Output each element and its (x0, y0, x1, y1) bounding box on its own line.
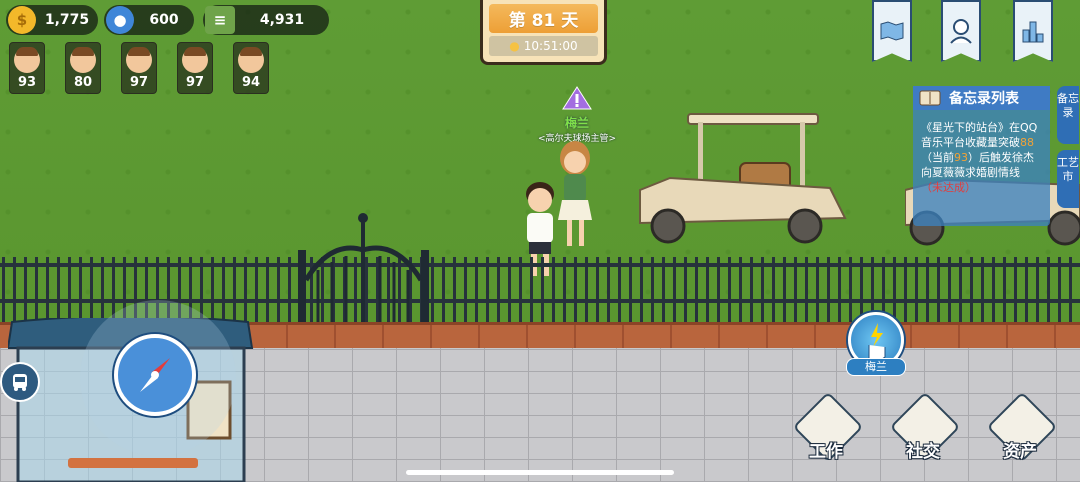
golf-cart (639, 113, 847, 244)
day-panel[interactable]: 第 81 天 ● 10:51:00 (480, 0, 607, 65)
memo-text: （当前 (921, 151, 954, 164)
npc-level: 80 (73, 75, 93, 90)
assets-label: 资产 (1003, 442, 1037, 462)
fans-value: 600 (149, 12, 179, 28)
craft-market-tab[interactable]: 工艺市 (1057, 150, 1079, 208)
npc-name: 梅兰 (564, 116, 589, 130)
npc-label: 梅兰 <高尔夫球场主管> (537, 86, 617, 144)
compass-joystick[interactable] (114, 334, 196, 416)
gold-coin-icon: $ (8, 6, 36, 34)
day-counter: 第 81 天 (489, 4, 598, 33)
npc-level: 94 (241, 75, 261, 90)
cash-counter[interactable]: ≡ 4,931 (203, 5, 329, 35)
bus-stop-button[interactable] (0, 362, 40, 402)
profile-button[interactable] (941, 0, 981, 62)
money-icon: ≡ (205, 6, 235, 34)
npc-avatar (238, 47, 264, 73)
memo-panel[interactable]: 备忘录列表 《星光下的站台》在QQ音乐平台收藏量突破88（当前93）后触发徐杰向… (913, 86, 1050, 226)
time-value: 10:51:00 (523, 39, 578, 53)
interact-button[interactable]: 梅兰 (846, 312, 906, 376)
user-icon: ● (106, 6, 134, 34)
work-button[interactable]: 工作 (792, 391, 864, 463)
interact-label: 梅兰 (846, 358, 906, 376)
home-indicator (406, 470, 674, 475)
map-button[interactable] (872, 0, 912, 62)
npc-level: 97 (129, 75, 149, 90)
memo-current: 93 (954, 151, 968, 164)
npc-level: 97 (185, 75, 205, 90)
bus-icon (13, 374, 27, 391)
memo-status: （未达成） (921, 181, 976, 194)
assets-button[interactable]: 资产 (986, 391, 1058, 463)
npc-avatar (182, 47, 208, 73)
ranking-button[interactable] (1013, 0, 1053, 62)
memo-header: 备忘录列表 (913, 86, 1050, 110)
npc-relation-5[interactable]: 94 (233, 42, 269, 94)
gold-counter[interactable]: $ 1,775 (6, 5, 98, 35)
npc-avatar (14, 47, 40, 73)
npc-relation-4[interactable]: 97 (177, 42, 213, 94)
clock: ● 10:51:00 (489, 36, 598, 56)
ranking-icon (1022, 21, 1044, 43)
alert-icon (562, 86, 592, 110)
npc-relation-3[interactable]: 97 (121, 42, 157, 94)
memo-entry: 《星光下的站台》在QQ音乐平台收藏量突破88（当前93）后触发徐杰向夏薇薇求婚剧… (913, 110, 1050, 195)
npc-relation-1[interactable]: 93 (9, 42, 45, 94)
cash-value: 4,931 (259, 12, 305, 28)
profile-icon (950, 19, 972, 44)
gold-value: 1,775 (44, 12, 90, 28)
social-button[interactable]: 社交 (889, 391, 961, 463)
npc-relation-2[interactable]: 80 (65, 42, 101, 94)
compass-icon (140, 358, 170, 392)
npc-avatar (126, 47, 152, 73)
memo-title: 备忘录列表 (949, 91, 1019, 107)
memo-tab[interactable]: 备忘录 (1057, 86, 1079, 144)
book-icon (919, 90, 941, 106)
memo-target: 88 (1020, 136, 1034, 149)
sun-icon: ● (509, 39, 520, 53)
npc-avatar (70, 47, 96, 73)
map-icon (880, 21, 904, 41)
fans-counter[interactable]: ● 600 (104, 5, 194, 35)
social-label: 社交 (906, 442, 940, 462)
work-label: 工作 (809, 442, 843, 462)
npc-level: 93 (17, 75, 37, 90)
